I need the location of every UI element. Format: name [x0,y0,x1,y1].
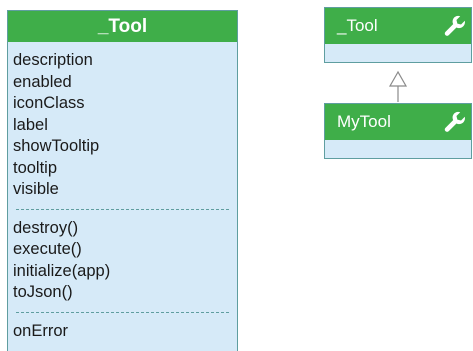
class-title: _Tool [8,11,237,42]
class-tool-parent: _Tool [324,7,472,63]
wrench-icon [444,15,465,36]
event-item: onError [13,321,69,340]
property-item: description [13,51,93,69]
class-title: MyTool [337,112,391,131]
class-tool-detail: _Tool description enabled iconClass labe… [7,10,238,351]
class-mytool: MyTool [324,103,472,159]
property-item: iconClass [13,94,85,112]
method-item: execute() [13,240,82,258]
section-divider [16,208,229,210]
properties-list: description enabled iconClass label show… [8,42,237,201]
class-header: _Tool [325,8,471,44]
class-title: _Tool [337,16,378,35]
methods-list: destroy() execute() initialize(app) toJs… [8,218,237,304]
uml-diagram: _Tool description enabled iconClass labe… [0,0,473,351]
wrench-icon [444,111,465,132]
events-list: onError [8,321,237,342]
property-item: tooltip [13,158,58,177]
class-header: MyTool [325,104,471,140]
method-item: toJson() [13,283,73,301]
method-item: destroy() [13,218,79,237]
property-item: visible [13,180,59,198]
property-item: label [13,115,48,134]
property-item: showTooltip [13,137,100,155]
property-item: enabled [13,72,72,91]
section-divider [16,311,229,313]
method-item: initialize(app) [13,261,111,280]
